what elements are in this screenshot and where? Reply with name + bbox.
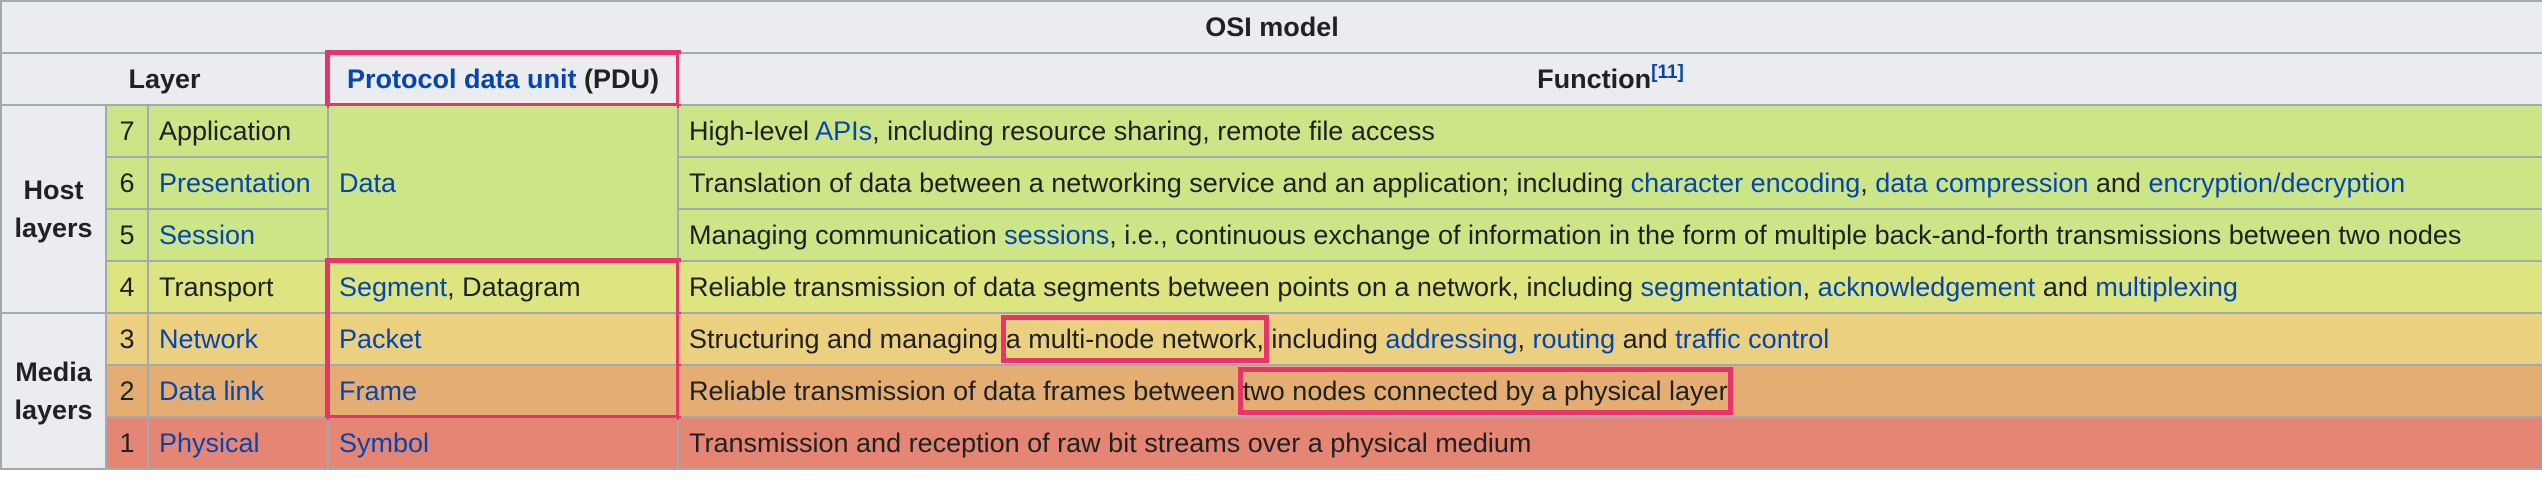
layer-number: 7 <box>105 104 149 158</box>
function-link[interactable]: traffic control <box>1675 324 1829 354</box>
layer-number: 6 <box>105 156 149 210</box>
function-text: Structuring and managing <box>689 323 1006 354</box>
layer-name-cell: Physical <box>147 416 329 470</box>
function-link[interactable]: acknowledgement <box>1818 272 2036 302</box>
layer-name-network[interactable]: Network <box>159 324 258 354</box>
function-highlighted-text: a multi-node network, <box>1000 314 1269 363</box>
pdu-link[interactable]: Frame <box>339 376 417 406</box>
function-text: Reliable transmission of data frames bet… <box>689 375 1243 406</box>
function-text: and <box>2088 167 2149 198</box>
function-link[interactable]: data compression <box>1875 168 2088 198</box>
function-highlighted-text: two nodes connected by a physical layer <box>1237 366 1733 415</box>
layer-name-cell: Transport <box>147 260 329 314</box>
layer-name-transport: Transport <box>159 271 274 302</box>
function-cell-network: Structuring and managing a multi-node ne… <box>676 312 2542 366</box>
layer-name-cell: Presentation <box>147 156 329 210</box>
pdu-header-abbr: (PDU) <box>576 63 659 94</box>
pdu-data-cell: Data <box>327 104 679 262</box>
table-row: 4 Transport Segment, Datagram Reliable tran… <box>1 258 2542 314</box>
function-text: Translation of data between a networking… <box>689 167 1631 198</box>
function-text: Reliable transmission of data segments b… <box>689 271 1641 302</box>
layer-name-session[interactable]: Session <box>159 220 255 250</box>
table-caption: OSI model <box>0 0 2542 54</box>
function-highlight-box <box>1237 366 1733 415</box>
function-cell-session: Managing communication sessions, i.e., c… <box>676 208 2542 262</box>
layer-number: 3 <box>105 312 149 366</box>
function-text: , i.e., continuous exchange of informati… <box>1109 219 2462 250</box>
function-link[interactable]: multiplexing <box>2095 272 2238 302</box>
function-text: High-level <box>689 115 816 146</box>
layer-name-cell: Application <box>147 104 329 158</box>
layer-name-data-link[interactable]: Data link <box>159 376 264 406</box>
function-link[interactable]: APIs <box>815 116 872 146</box>
pdu-cell-physical: Symbol <box>327 416 679 470</box>
layer-name-cell: Network <box>147 312 329 366</box>
group-media-layers: Media layers <box>0 312 107 470</box>
function-text: Managing communication <box>689 219 1005 250</box>
pdu-cell-network: Packet <box>325 312 681 366</box>
function-text: , including resource sharing, remote fil… <box>872 115 1435 146</box>
pdu-cell-data-link: Frame <box>325 364 681 420</box>
layer-number: 2 <box>105 364 149 418</box>
function-text: , <box>1802 271 1818 302</box>
function-text: and <box>2035 271 2096 302</box>
pdu-data-link[interactable]: Data <box>339 168 396 198</box>
layer-number: 1 <box>105 416 149 470</box>
function-text: and <box>1615 323 1676 354</box>
layer-name-cell: Data link <box>147 364 329 418</box>
table-row: Media layers 3 Network Packet Structuring and… <box>0 312 2542 470</box>
header-pdu: Protocol data unit (PDU) <box>325 50 681 108</box>
function-cell-presentation: Translation of data between a networking… <box>676 156 2542 210</box>
pdu-link[interactable]: Packet <box>339 324 422 354</box>
function-cell-physical: Transmission and reception of raw bit st… <box>676 416 2542 470</box>
function-text: Transmission and reception of raw bit st… <box>689 427 1532 458</box>
pdu-link[interactable]: Segment <box>339 272 447 302</box>
function-cell-data-link: Reliable transmission of data frames bet… <box>676 364 2542 418</box>
pdu-text: , <box>447 271 463 302</box>
osi-model-table: OSI model Layer Protocol data unit (PDU)… <box>0 0 2542 470</box>
function-highlight-box <box>1000 314 1269 363</box>
function-link[interactable]: sessions <box>1004 220 1109 250</box>
layer-number: 4 <box>105 260 149 314</box>
function-link[interactable]: character encoding <box>1631 168 1861 198</box>
layer-number: 5 <box>105 208 149 262</box>
function-text: , <box>1517 323 1533 354</box>
table-row: Host layers 7 Application Data High-level API… <box>0 104 2542 314</box>
pdu-link[interactable]: Symbol <box>339 428 429 458</box>
function-header-label: Function <box>1537 63 1652 94</box>
function-text: , <box>1860 167 1876 198</box>
layer-name-application: Application <box>159 115 292 146</box>
function-link[interactable]: routing <box>1533 324 1616 354</box>
header-layer: Layer <box>0 52 329 106</box>
function-reference-link[interactable]: [11] <box>1651 62 1684 83</box>
header-function: Function[11] <box>676 52 2542 106</box>
pdu-text: Datagram <box>462 271 581 302</box>
function-cell-transport: Reliable transmission of data segments b… <box>676 260 2542 314</box>
function-link[interactable]: encryption/decryption <box>2148 168 2405 198</box>
layer-name-presentation[interactable]: Presentation <box>159 168 311 198</box>
table-row: 1 Physical Symbol Transmission and receptio… <box>1 416 2542 470</box>
layer-name-physical[interactable]: Physical <box>159 428 260 458</box>
group-host-layers: Host layers <box>0 104 107 314</box>
function-text: including <box>1263 323 1386 354</box>
function-link[interactable]: addressing <box>1385 324 1517 354</box>
table-row: 2 Data link Frame Reliable transmission of … <box>1 364 2542 420</box>
layer-name-cell: Session <box>147 208 329 262</box>
function-link[interactable]: segmentation <box>1641 272 1803 302</box>
pdu-header-link[interactable]: Protocol data unit <box>347 64 577 94</box>
pdu-cell-transport: Segment, Datagram <box>325 258 681 314</box>
function-cell-application: High-level APIs, including resource shar… <box>676 104 2542 158</box>
